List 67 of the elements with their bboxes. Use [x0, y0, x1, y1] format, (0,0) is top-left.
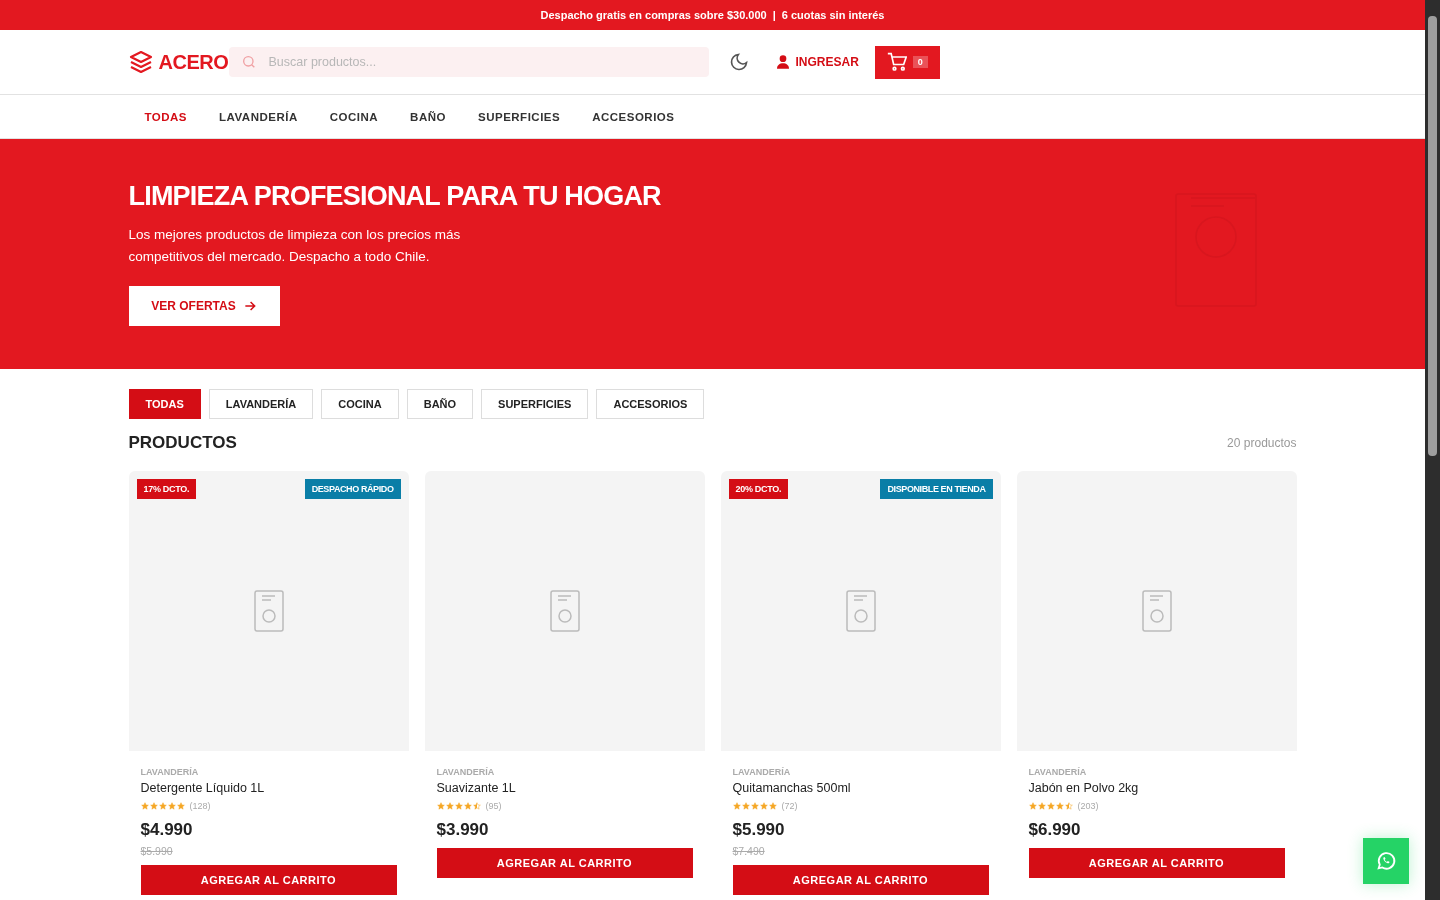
add-to-cart-button[interactable]: AGREGAR AL CARRITO: [732, 865, 989, 895]
whatsapp-button[interactable]: [1363, 838, 1409, 884]
add-to-cart-button[interactable]: AGREGAR AL CARRITO: [1028, 848, 1285, 878]
filter-tab[interactable]: COCINA: [321, 389, 399, 419]
product-price: $6.990: [1028, 820, 1082, 840]
shipping-badge: DESPACHO RÁPIDO: [304, 479, 401, 499]
old-price: $7.490: [732, 845, 766, 857]
product-price: $5.990: [732, 820, 786, 840]
login-button[interactable]: INGRESAR: [768, 53, 865, 71]
cart-count-badge: 0: [912, 56, 928, 68]
shipping-notice: Despacho gratis en compras sobre $30.000: [540, 9, 767, 21]
search-field[interactable]: Buscar productos...: [228, 47, 709, 77]
product-name[interactable]: Jabón en Polvo 2kg: [1028, 781, 1285, 795]
product-name[interactable]: Suavizante 1L: [436, 781, 693, 795]
product-category: LAVANDERÍA: [732, 767, 792, 777]
filter-tab[interactable]: ACCESORIOS: [596, 389, 705, 419]
product-category: LAVANDERÍA: [140, 767, 200, 777]
offers-button[interactable]: VER OFERTAS: [128, 286, 280, 326]
cart-button[interactable]: 0: [874, 45, 940, 79]
product-image[interactable]: [1016, 471, 1297, 751]
washer-icon: [845, 590, 876, 632]
product-name[interactable]: Detergente Líquido 1L: [140, 781, 397, 795]
installments-notice: 6 cuotas sin interés: [781, 9, 885, 21]
discount-badge: 20% DCTO.: [728, 479, 789, 499]
nav-link[interactable]: ACCESORIOS: [576, 110, 691, 123]
nav-link[interactable]: SUPERFICIES: [462, 110, 577, 123]
product-image[interactable]: 20% DCTO. DISPONIBLE EN TIENDA: [720, 471, 1001, 751]
product-image[interactable]: 17% DCTO. DESPACHO RÁPIDO: [128, 471, 409, 751]
product-category: LAVANDERÍA: [1028, 767, 1088, 777]
layers-icon: [128, 50, 153, 74]
moon-icon[interactable]: [728, 52, 749, 72]
product-name[interactable]: Quitamanchas 500ml: [732, 781, 989, 795]
product-price: $4.990: [140, 820, 194, 840]
discount-badge: 17% DCTO.: [136, 479, 197, 499]
washer-icon: [549, 590, 580, 632]
filter-tab[interactable]: BAÑO: [406, 389, 474, 419]
arrow-right-icon: [242, 299, 257, 313]
product-price: $3.990: [436, 820, 490, 840]
add-to-cart-button[interactable]: AGREGAR AL CARRITO: [140, 865, 397, 895]
logo-text[interactable]: ACERO: [158, 50, 229, 74]
hero-text: Los mejores productos de limpieza con los precios más competitivos del mercado. Despacho a todo Chile.: [128, 226, 462, 266]
old-price: $5.990: [140, 845, 174, 857]
review-count: (203): [1077, 801, 1099, 811]
cart-icon: [886, 52, 907, 72]
product-image[interactable]: [424, 471, 705, 751]
nav-link[interactable]: TODAS: [128, 110, 204, 123]
washer-icon: [1141, 590, 1172, 632]
review-count: (128): [189, 801, 211, 811]
user-icon: [774, 54, 791, 70]
review-count: (95): [485, 801, 502, 811]
review-count: (72): [781, 801, 798, 811]
filter-tab[interactable]: LAVANDERÍA: [208, 389, 314, 419]
scrollbar[interactable]: [1425, 0, 1440, 900]
products-count: 20 productos: [1227, 436, 1297, 450]
product-category: LAVANDERÍA: [436, 767, 496, 777]
filter-tab[interactable]: TODAS: [128, 389, 201, 419]
nav-link[interactable]: LAVANDERÍA: [203, 110, 314, 123]
nav-link[interactable]: BAÑO: [394, 110, 462, 123]
hero-title: LIMPIEZA PROFESIONAL PARA TU HOGAR: [128, 181, 661, 212]
shipping-badge: DISPONIBLE EN TIENDA: [880, 479, 993, 499]
chat-phone-icon: [1375, 850, 1397, 872]
washer-icon: [253, 590, 284, 632]
filter-tab[interactable]: SUPERFICIES: [481, 389, 589, 419]
add-to-cart-button[interactable]: AGREGAR AL CARRITO: [436, 848, 693, 878]
products-heading: PRODUCTOS: [128, 433, 237, 453]
separator-text: |: [772, 9, 776, 21]
nav-link[interactable]: COCINA: [313, 110, 395, 123]
